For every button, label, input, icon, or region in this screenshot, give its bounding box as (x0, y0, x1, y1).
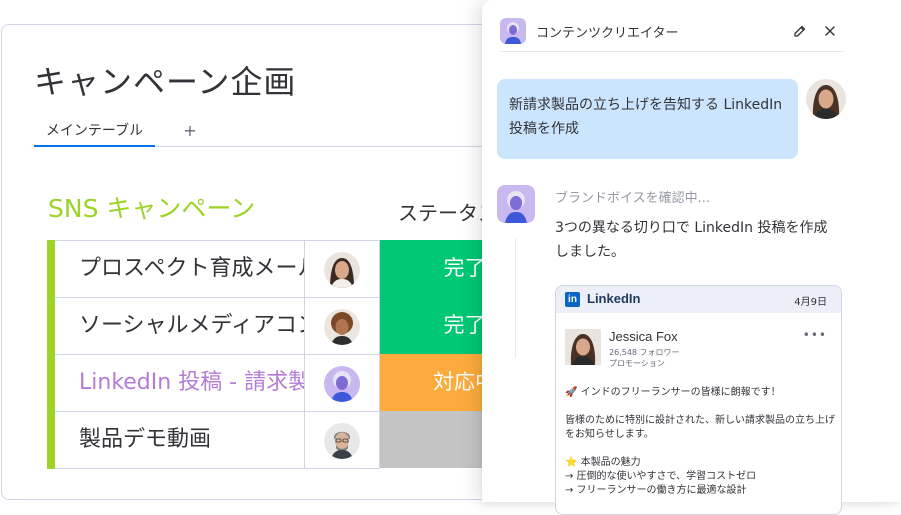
edit-icon (794, 25, 806, 37)
group-color-bar (47, 354, 55, 412)
post-line: ⭐ 本製品の魅力 (565, 457, 641, 468)
edit-button[interactable] (790, 21, 810, 41)
linkedin-card-header: in LinkedIn 4月9日 (556, 286, 841, 313)
post-line: → 圧倒的な使いやすさで、学習コストゼロ (565, 471, 757, 482)
table-row[interactable]: ソーシャルメディアコンテンツ 完了 (47, 297, 540, 355)
agent-chat-panel: コンテンツクリエイター 新請求製品の立ち上げを告知する LinkedIn 投稿を… (482, 0, 901, 515)
more-options-icon[interactable]: ••• (803, 328, 827, 342)
avatar (324, 423, 360, 459)
user-message: 新請求製品の立ち上げを告知する LinkedIn 投稿を作成 (497, 79, 798, 159)
board-card: キャンペーン企画 メインテーブル + SNS キャンペーン ステータス プロスペ… (1, 24, 541, 500)
post-line: 皆様のために特別に設計された、新しい請求製品の立ち上げをお知らせします。 (565, 415, 835, 440)
person-cell[interactable] (305, 297, 380, 355)
group-color-bar (47, 411, 55, 469)
author-name: Jessica Fox (609, 329, 678, 344)
panel-title: コンテンツクリエイター (536, 26, 679, 41)
item-name[interactable]: 製品デモ動画 (55, 411, 305, 469)
author-avatar (565, 329, 601, 365)
panel-header: コンテンツクリエイター (500, 14, 844, 52)
item-name[interactable]: LinkedIn 投稿 - 請求製品 (55, 354, 305, 412)
table-row[interactable]: プロスペクト育成メール 完了 (47, 240, 540, 298)
person-cell[interactable] (305, 411, 380, 469)
post-date: 4月9日 (794, 297, 827, 308)
author-meta: 26,548 フォロワー プロモーション (609, 347, 680, 369)
group-color-bar (47, 240, 55, 298)
post-line: 🚀 インドのフリーランサーの皆様に朗報です！ (565, 387, 781, 398)
item-name[interactable]: プロスペクト育成メール (55, 240, 305, 298)
post-body: 🚀 インドのフリーランサーの皆様に朗報です！ 皆様のために特別に設計された、新し… (565, 386, 835, 498)
view-tabs: メインテーブル + (34, 119, 540, 147)
person-cell[interactable] (305, 354, 380, 412)
user-avatar (806, 79, 846, 119)
follower-count: 26,548 フォロワー (609, 348, 680, 357)
group-color-bar (47, 297, 55, 355)
thread-line (515, 238, 516, 358)
agent-message: 3つの異なる切り口で LinkedIn 投稿を作成しました。 (555, 220, 828, 260)
thinking-status: ブランドボイスを確認中... (555, 191, 711, 206)
post-line: → フリーランサーの働き方に最適な設計 (565, 485, 747, 496)
close-icon (825, 26, 835, 36)
add-view-button[interactable]: + (180, 119, 200, 145)
ai-agent-avatar (324, 366, 360, 402)
group-title[interactable]: SNS キャンペーン (48, 189, 255, 225)
agent-icon (500, 18, 526, 44)
linkedin-brand: LinkedIn (587, 291, 641, 306)
linkedin-icon: in (565, 292, 580, 307)
board-title: キャンペーン企画 (34, 63, 297, 101)
table-row[interactable]: LinkedIn 投稿 - 請求製品 対応中 (47, 354, 540, 412)
person-cell[interactable] (305, 240, 380, 298)
item-name[interactable]: ソーシャルメディアコンテンツ (55, 297, 305, 355)
post-tag: プロモーション (609, 359, 665, 368)
agent-avatar (497, 185, 535, 223)
table-row[interactable]: 製品デモ動画 (47, 411, 540, 469)
avatar (324, 252, 360, 288)
linkedin-preview-card[interactable]: in LinkedIn 4月9日 Jessica Fox 26,548 フォロワ… (555, 285, 842, 515)
avatar (324, 309, 360, 345)
tab-main-table[interactable]: メインテーブル (34, 119, 155, 147)
close-button[interactable] (820, 21, 840, 41)
